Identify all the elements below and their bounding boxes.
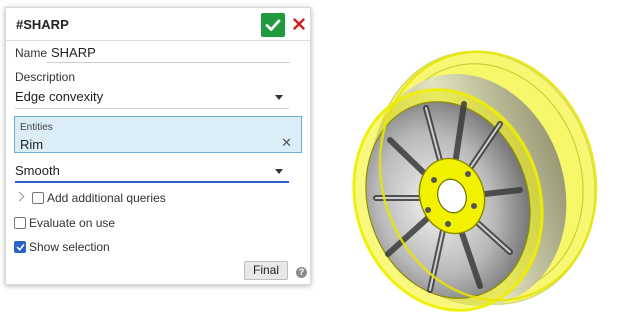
chevron-right-icon[interactable] bbox=[14, 191, 25, 202]
name-label: Name bbox=[15, 46, 48, 60]
entities-item: Rim bbox=[20, 137, 44, 152]
description-label: Description bbox=[15, 70, 76, 84]
add-queries-checkbox[interactable] bbox=[32, 192, 44, 204]
description-value: Edge convexity bbox=[15, 89, 104, 104]
evaluate-label: Evaluate on use bbox=[29, 216, 116, 230]
help-icon[interactable]: ? bbox=[296, 267, 307, 278]
name-field-underline bbox=[46, 62, 290, 63]
close-icon bbox=[293, 18, 305, 30]
entities-label: Entities bbox=[20, 122, 53, 133]
dropdown-caret-icon bbox=[275, 169, 283, 174]
show-selection-label: Show selection bbox=[29, 240, 110, 254]
final-button[interactable]: Final bbox=[244, 261, 288, 280]
accept-button[interactable] bbox=[261, 13, 285, 37]
cancel-button[interactable] bbox=[291, 16, 307, 32]
dropdown-caret-icon bbox=[275, 95, 283, 100]
dialog-header: #SHARP bbox=[6, 8, 310, 41]
name-field[interactable]: SHARP bbox=[51, 45, 96, 60]
evaluate-checkbox[interactable] bbox=[14, 217, 26, 229]
add-queries-label: Add additional queries bbox=[47, 191, 166, 205]
model-viewport[interactable] bbox=[330, 40, 615, 325]
check-icon bbox=[265, 19, 281, 31]
dialog-title: #SHARP bbox=[16, 17, 69, 32]
clear-icon[interactable]: ✕ bbox=[281, 135, 292, 151]
smooth-select[interactable]: Smooth bbox=[15, 161, 289, 183]
check-icon bbox=[16, 244, 25, 251]
entities-field[interactable]: Entities Rim ✕ bbox=[14, 116, 302, 153]
sharp-dialog: #SHARP Name SHARP Description Edge conve… bbox=[5, 7, 311, 285]
show-selection-checkbox[interactable] bbox=[14, 241, 26, 253]
description-select[interactable]: Edge convexity bbox=[15, 87, 289, 109]
wheel-model bbox=[352, 50, 598, 312]
smooth-value: Smooth bbox=[15, 163, 60, 178]
